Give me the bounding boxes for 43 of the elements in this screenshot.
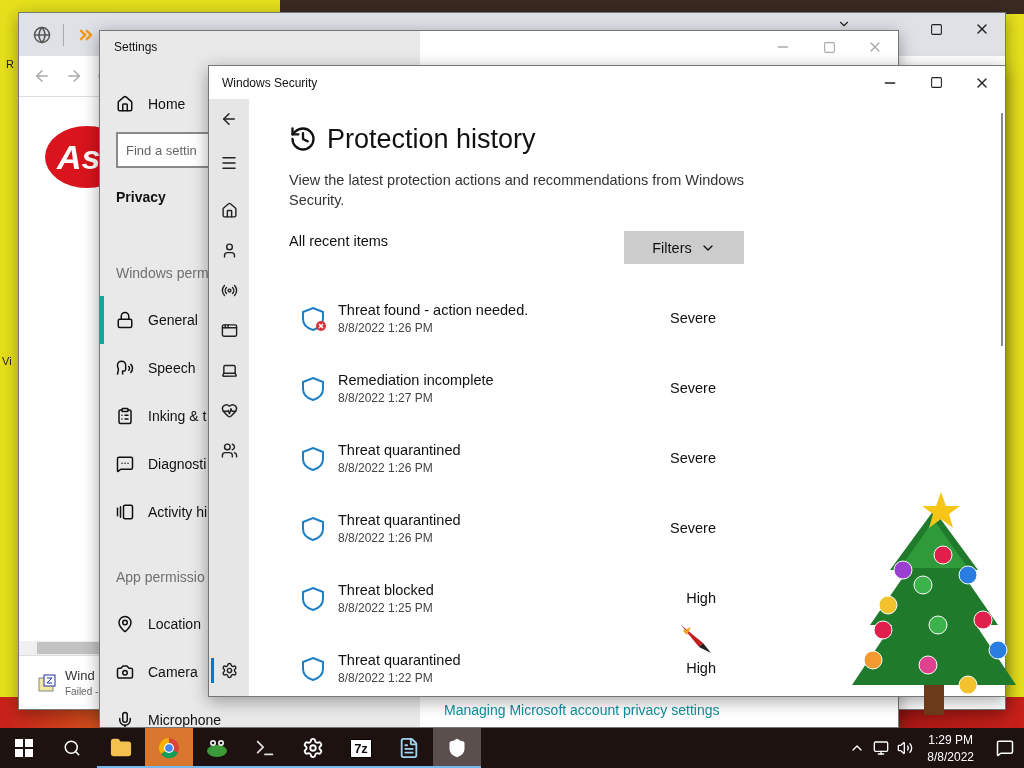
threat-title[interactable]: Remediation incomplete	[338, 370, 660, 390]
threat-title[interactable]: Threat quarantined	[338, 440, 660, 460]
threat-title[interactable]: Threat quarantined	[338, 510, 660, 530]
threat-time: 8/8/2022 1:26 PM	[338, 530, 434, 547]
page-description: View the latest protection actions and recommendations from Windows Security.	[289, 171, 746, 210]
threat-title[interactable]: Threat found - action needed.	[338, 300, 660, 320]
privacy-nav-item[interactable]: Activity hi	[100, 488, 208, 536]
privacy-nav-item[interactable]: Microphone	[100, 696, 222, 727]
search-field[interactable]: Find a settin	[116, 132, 208, 168]
threat-time: 8/8/2022 1:22 PM	[338, 670, 434, 687]
privacy-nav-item[interactable]: General	[100, 296, 198, 344]
threat-title[interactable]: Threat quarantined	[338, 650, 676, 670]
privacy-nav-item[interactable]: Diagnosti	[100, 440, 207, 488]
filters-button[interactable]: Filters	[624, 231, 744, 264]
window-title: Windows Security	[222, 75, 318, 90]
privacy-settings-link[interactable]: Managing Microsoft account privacy settings	[444, 701, 720, 719]
home-nav-item[interactable]: Home	[100, 80, 186, 128]
clock[interactable]: 1:29 PM 8/8/2022	[927, 732, 974, 764]
window-title: Settings	[113, 39, 158, 56]
severity-label: High	[686, 660, 716, 676]
threat-time: 8/8/2022 1:26 PM	[338, 460, 434, 477]
severity-label: Severe	[670, 450, 716, 466]
desktop-icon-label: Vi	[2, 355, 12, 367]
severity-label: High	[686, 590, 716, 606]
list-label: All recent items	[289, 233, 390, 249]
severity-label: Severe	[670, 520, 716, 536]
taskbar-app-button[interactable]: 7z	[337, 728, 385, 768]
severity-label: Severe	[670, 310, 716, 326]
privacy-nav-item[interactable]: Location	[100, 600, 201, 648]
privacy-nav-item[interactable]: Camera	[100, 648, 198, 696]
privacy-nav-item[interactable]: Speech	[100, 344, 196, 392]
threat-time: 8/8/2022 1:25 PM	[338, 600, 434, 617]
archive-app-label: 7z	[350, 738, 372, 758]
privacy-nav-item[interactable]: Inking & t	[100, 392, 207, 440]
desktop-icon-label: R	[6, 58, 14, 70]
section-title: Privacy	[116, 188, 166, 207]
threat-time: 8/8/2022 1:26 PM	[338, 320, 434, 337]
group-heading: Windows perm	[116, 264, 209, 283]
group-heading: App permissio	[116, 568, 205, 587]
threat-time: 8/8/2022 1:27 PM	[338, 390, 434, 407]
page-title: Protection history	[327, 123, 536, 155]
threat-title[interactable]: Threat blocked	[338, 580, 676, 600]
severity-label: Severe	[670, 380, 716, 396]
